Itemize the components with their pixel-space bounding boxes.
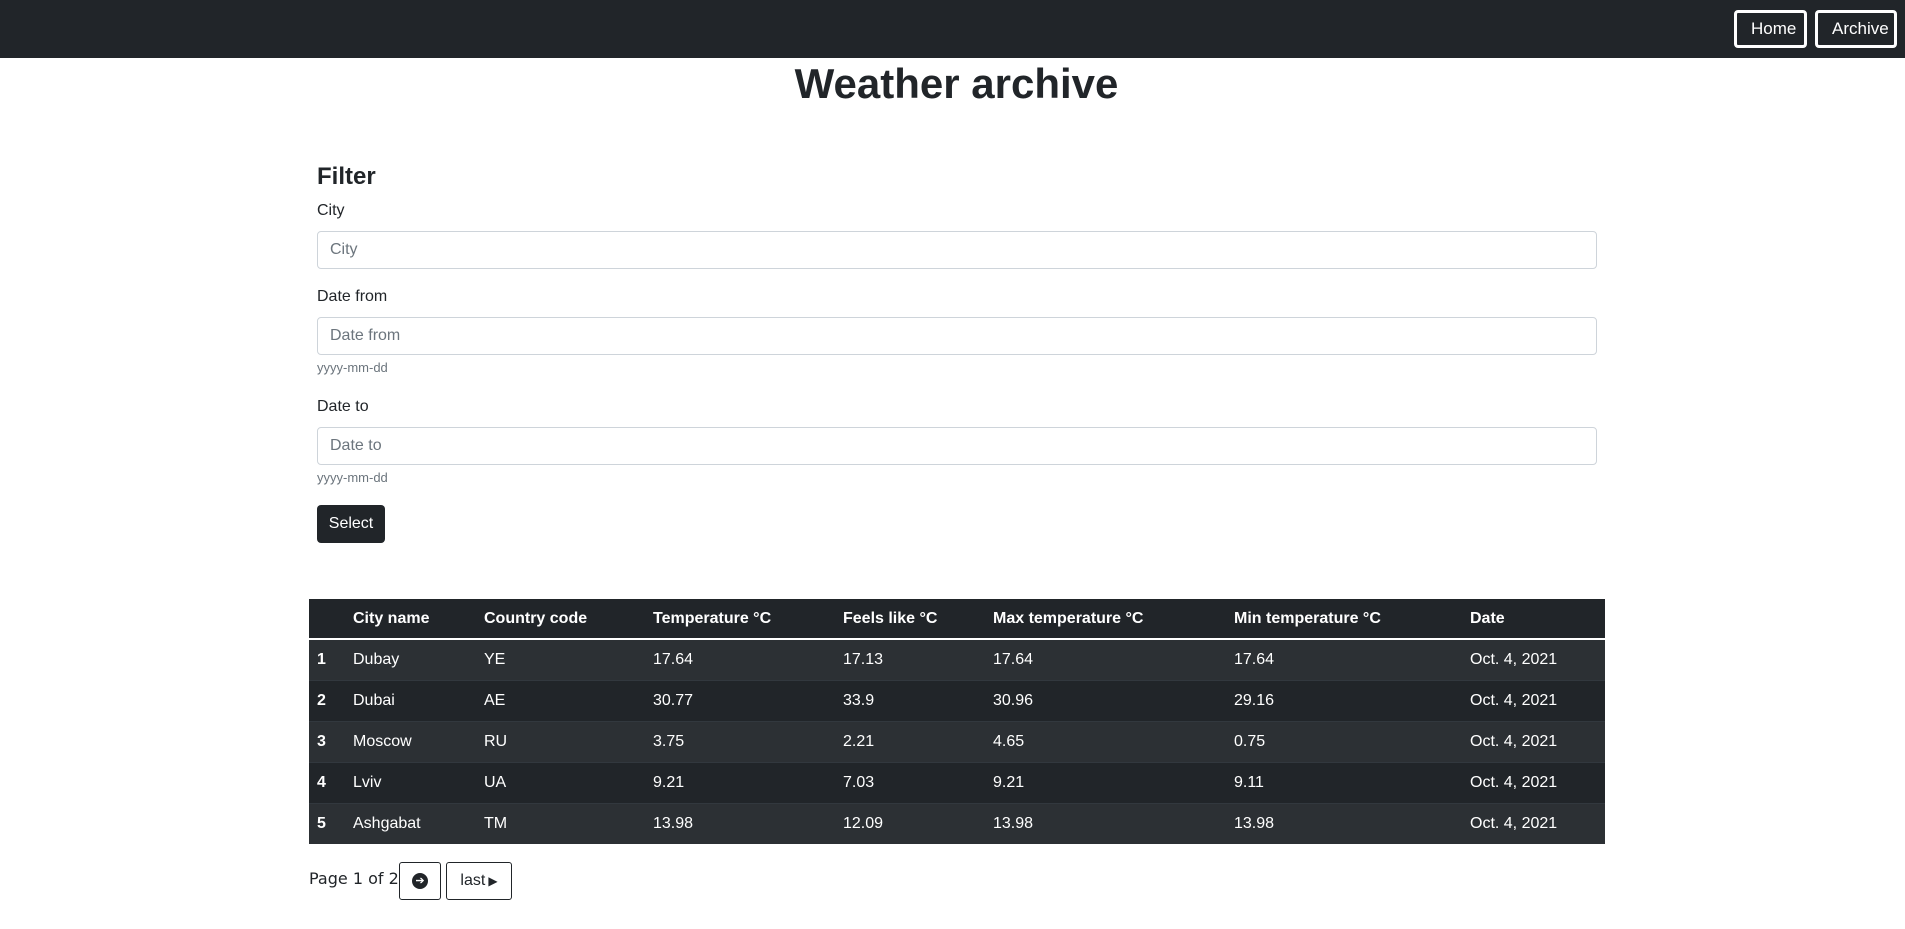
- header-max-temperature: Max temperature °C: [993, 599, 1234, 640]
- cell-country-code: AE: [484, 680, 653, 722]
- cell-feels-like: 33.9: [843, 680, 993, 722]
- top-navbar: Home Archive: [0, 0, 1905, 58]
- city-input[interactable]: [317, 231, 1597, 269]
- cell-max-temperature: 4.65: [993, 721, 1234, 763]
- cell-city-name: Dubai: [353, 680, 484, 722]
- header-temperature: Temperature °C: [653, 599, 843, 640]
- city-label: City: [317, 202, 345, 219]
- date-from-label: Date from: [317, 288, 388, 305]
- date-from-input[interactable]: [317, 317, 1597, 355]
- cell-min-temperature: 9.11: [1234, 762, 1470, 804]
- last-page-label: last: [460, 872, 486, 889]
- archive-button[interactable]: Archive: [1815, 10, 1897, 48]
- cell-city-name: Dubay: [353, 638, 484, 681]
- cell-city-name: Lviv: [353, 762, 484, 804]
- last-page-button[interactable]: last ▶: [446, 862, 512, 900]
- select-button[interactable]: Select: [317, 505, 385, 543]
- weather-table: City name Country code Temperature °C Fe…: [309, 599, 1605, 844]
- filter-title: Filter: [317, 163, 376, 190]
- cell-feels-like: 12.09: [843, 803, 993, 844]
- cell-feels-like: 7.03: [843, 762, 993, 804]
- cell-max-temperature: 30.96: [993, 680, 1234, 722]
- table-row: 2 Dubai AE 30.77 33.9 30.96 29.16 Oct. 4…: [309, 680, 1605, 722]
- cell-max-temperature: 9.21: [993, 762, 1234, 804]
- table-header-row: City name Country code Temperature °C Fe…: [309, 599, 1605, 640]
- row-index: 2: [309, 680, 353, 722]
- pagination-text: Page 1 of 2.: [309, 869, 404, 888]
- header-index: [309, 599, 353, 640]
- cell-country-code: TM: [484, 803, 653, 844]
- cell-feels-like: 2.21: [843, 721, 993, 763]
- header-date: Date: [1470, 599, 1605, 640]
- cell-date: Oct. 4, 2021: [1470, 803, 1605, 844]
- row-index: 1: [309, 638, 353, 681]
- table-row: 4 Lviv UA 9.21 7.03 9.21 9.11 Oct. 4, 20…: [309, 762, 1605, 804]
- page-title: Weather archive: [794, 60, 1119, 107]
- cell-country-code: UA: [484, 762, 653, 804]
- table-row: 3 Moscow RU 3.75 2.21 4.65 0.75 Oct. 4, …: [309, 721, 1605, 763]
- table-row: 1 Dubay YE 17.64 17.13 17.64 17.64 Oct. …: [309, 638, 1605, 681]
- row-index: 3: [309, 721, 353, 763]
- caret-right-icon: ▶: [488, 873, 498, 888]
- header-city-name: City name: [353, 599, 484, 640]
- cell-date: Oct. 4, 2021: [1470, 638, 1605, 681]
- cell-temperature: 3.75: [653, 721, 843, 763]
- cell-temperature: 17.64: [653, 638, 843, 681]
- cell-max-temperature: 17.64: [993, 638, 1234, 681]
- cell-country-code: YE: [484, 638, 653, 681]
- cell-min-temperature: 0.75: [1234, 721, 1470, 763]
- next-page-button[interactable]: ➔: [399, 862, 441, 900]
- cell-max-temperature: 13.98: [993, 803, 1234, 844]
- cell-date: Oct. 4, 2021: [1470, 680, 1605, 722]
- cell-country-code: RU: [484, 721, 653, 763]
- cell-temperature: 30.77: [653, 680, 843, 722]
- header-min-temperature: Min temperature °C: [1234, 599, 1470, 640]
- home-button[interactable]: Home: [1734, 10, 1807, 48]
- date-to-label: Date to: [317, 398, 369, 415]
- cell-min-temperature: 29.16: [1234, 680, 1470, 722]
- date-to-hint: yyyy-mm-dd: [317, 470, 388, 485]
- header-feels-like: Feels like °C: [843, 599, 993, 640]
- table-row: 5 Ashgabat TM 13.98 12.09 13.98 13.98 Oc…: [309, 803, 1605, 844]
- header-country-code: Country code: [484, 599, 653, 640]
- cell-city-name: Moscow: [353, 721, 484, 763]
- cell-feels-like: 17.13: [843, 638, 993, 681]
- cell-min-temperature: 17.64: [1234, 638, 1470, 681]
- cell-temperature: 9.21: [653, 762, 843, 804]
- arrow-right-circle-icon: ➔: [412, 872, 428, 889]
- cell-min-temperature: 13.98: [1234, 803, 1470, 844]
- date-from-hint: yyyy-mm-dd: [317, 360, 388, 375]
- cell-city-name: Ashgabat: [353, 803, 484, 844]
- row-index: 4: [309, 762, 353, 804]
- cell-date: Oct. 4, 2021: [1470, 762, 1605, 804]
- date-to-input[interactable]: [317, 427, 1597, 465]
- cell-date: Oct. 4, 2021: [1470, 721, 1605, 763]
- row-index: 5: [309, 803, 353, 844]
- cell-temperature: 13.98: [653, 803, 843, 844]
